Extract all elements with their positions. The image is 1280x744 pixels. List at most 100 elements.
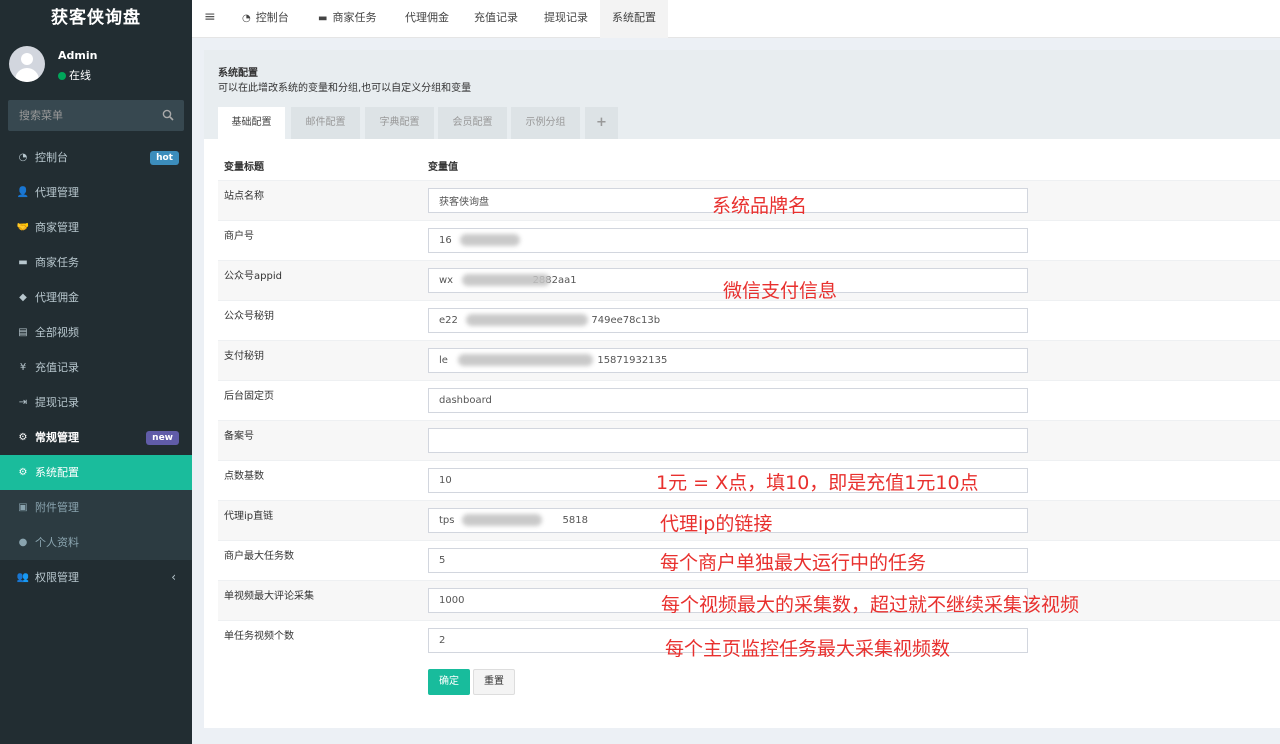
row-label: 代理ip直链: [224, 511, 274, 522]
row-label: 后台固定页: [224, 391, 274, 402]
app-secret-input[interactable]: [428, 308, 1028, 333]
cogs-icon: ⚙: [18, 432, 28, 443]
sidebar-item-label: 商家管理: [35, 221, 79, 234]
tab-label: 商家任务: [332, 11, 377, 24]
sidebar-item-attachments[interactable]: ▣ 附件管理: [0, 490, 192, 525]
row-label: 单视频最大评论采集: [224, 591, 314, 602]
tab-mail-config[interactable]: 邮件配置: [291, 107, 360, 139]
table-row: 站点名称: [218, 180, 1280, 220]
user-name: Admin: [58, 49, 98, 62]
user-status-text: 在线: [69, 69, 91, 82]
sidebar-item-system-config[interactable]: ⚙ 系统配置: [0, 455, 192, 490]
tab-system-config[interactable]: 系统配置: [600, 0, 668, 38]
tab-recharge[interactable]: 充值记录: [474, 0, 518, 38]
pay-key-input[interactable]: [428, 348, 1028, 373]
brand-logo[interactable]: 获客侠询盘: [0, 0, 192, 36]
points-base-input[interactable]: [428, 468, 1028, 493]
page-description: 可以在此增改系统的变量和分组,也可以自定义分组和变量: [218, 83, 472, 94]
sidebar: 获客侠询盘 Admin 在线 ◔ 控制台 hot 👤 代理管理 🤝 商家管理 ▬ 商家任务…: [0, 0, 192, 744]
tab-basic-config[interactable]: 基础配置: [218, 107, 285, 139]
tab-label: 控制台: [255, 11, 289, 24]
table-row: 后台固定页: [218, 380, 1280, 420]
row-label: 公众号appid: [224, 271, 282, 282]
max-comments-input[interactable]: [428, 588, 1028, 613]
row-label: 单任务视频个数: [224, 631, 294, 642]
sidebar-item-merchants[interactable]: 🤝 商家管理: [0, 210, 192, 245]
sidebar-item-agents[interactable]: 👤 代理管理: [0, 175, 192, 210]
row-label: 商户号: [224, 231, 254, 242]
tab-example-group[interactable]: 示例分组: [511, 107, 580, 139]
table-row: 代理ip直链: [218, 500, 1280, 540]
new-badge: new: [146, 431, 179, 445]
user-icon: ●: [18, 537, 28, 548]
dashboard-icon: ◔: [18, 152, 28, 163]
table-row: 支付秘钥: [218, 340, 1280, 380]
yen-icon: ¥: [19, 362, 27, 373]
panel-header: 系统配置 可以在此增改系统的变量和分组,也可以自定义分组和变量 基础配置 邮件配…: [204, 50, 1280, 139]
table-row: 单任务视频个数: [218, 620, 1280, 660]
sidebar-item-general[interactable]: ⚙ 常规管理 new: [0, 420, 192, 455]
file-icon: ▤: [18, 327, 28, 338]
tab-label: 充值记录: [474, 11, 518, 24]
sidebar-item-label: 控制台: [35, 151, 68, 164]
online-dot-icon: [58, 72, 66, 80]
image-icon: ▣: [18, 502, 28, 513]
row-label: 备案号: [224, 431, 254, 442]
sidebar-item-label: 代理佣金: [35, 291, 79, 304]
sidebar-item-label: 全部视频: [35, 326, 79, 339]
tab-label: 系统配置: [612, 11, 656, 24]
row-label: 站点名称: [224, 191, 264, 202]
appid-input[interactable]: [428, 268, 1028, 293]
column-header-title: 变量标题: [224, 162, 264, 173]
menu-toggle-icon[interactable]: ≡: [204, 9, 218, 27]
videos-per-task-input[interactable]: [428, 628, 1028, 653]
tab-dict-config[interactable]: 字典配置: [365, 107, 434, 139]
site-name-input[interactable]: [428, 188, 1028, 213]
tab-label: 代理佣金: [405, 11, 449, 24]
sidebar-item-dashboard[interactable]: ◔ 控制台 hot: [0, 140, 192, 175]
icp-input[interactable]: [428, 428, 1028, 453]
sidebar-item-withdraw[interactable]: ⇥ 提现记录: [0, 385, 192, 420]
column-header-value: 变量值: [428, 162, 458, 173]
sidebar-item-label: 代理管理: [35, 186, 79, 199]
tab-member-config[interactable]: 会员配置: [438, 107, 507, 139]
sidebar-item-merchant-tasks[interactable]: ▬ 商家任务: [0, 245, 192, 280]
dashboard-icon: ◔: [242, 13, 251, 24]
tab-dashboard[interactable]: ◔ 控制台: [242, 0, 289, 38]
table-row: 公众号秘钥: [218, 300, 1280, 340]
merchant-id-input[interactable]: [428, 228, 1028, 253]
reset-button[interactable]: 重置: [473, 669, 515, 695]
search-icon[interactable]: [162, 109, 174, 121]
table-row: 公众号appid: [218, 260, 1280, 300]
sidebar-item-label: 个人资料: [35, 536, 79, 549]
search-input[interactable]: [8, 100, 158, 131]
table-row: 备案号: [218, 420, 1280, 460]
card-icon: ▬: [18, 257, 28, 268]
add-group-button[interactable]: +: [585, 107, 618, 139]
sidebar-item-permissions[interactable]: 👥 权限管理 ‹: [0, 560, 192, 595]
user-status: 在线: [58, 67, 91, 83]
sidebar-item-label: 权限管理: [35, 571, 79, 584]
user-add-icon: 👤: [16, 187, 30, 198]
fixed-page-input[interactable]: [428, 388, 1028, 413]
table-row: 单视频最大评论采集: [218, 580, 1280, 620]
sidebar-item-recharge[interactable]: ¥ 充值记录: [0, 350, 192, 385]
row-label: 商户最大任务数: [224, 551, 294, 562]
proxy-ip-input[interactable]: [428, 508, 1028, 533]
sidebar-item-label: 系统配置: [35, 466, 79, 479]
sign-in-icon: ⇥: [18, 397, 28, 408]
table-row: 商户最大任务数: [218, 540, 1280, 580]
sidebar-item-commission[interactable]: ◆ 代理佣金: [0, 280, 192, 315]
sidebar-item-profile[interactable]: ● 个人资料: [0, 525, 192, 560]
row-label: 点数基数: [224, 471, 264, 482]
tab-commission[interactable]: 代理佣金: [405, 0, 449, 38]
tab-merchant-tasks[interactable]: ▬ 商家任务: [318, 0, 376, 38]
confirm-button[interactable]: 确定: [428, 669, 470, 695]
user-panel: Admin 在线: [0, 36, 192, 94]
sidebar-search: [8, 100, 184, 131]
sidebar-item-videos[interactable]: ▤ 全部视频: [0, 315, 192, 350]
table-row: 点数基数: [218, 460, 1280, 500]
tab-withdraw[interactable]: 提现记录: [544, 0, 588, 38]
sidebar-item-label: 附件管理: [35, 501, 79, 514]
max-tasks-input[interactable]: [428, 548, 1028, 573]
